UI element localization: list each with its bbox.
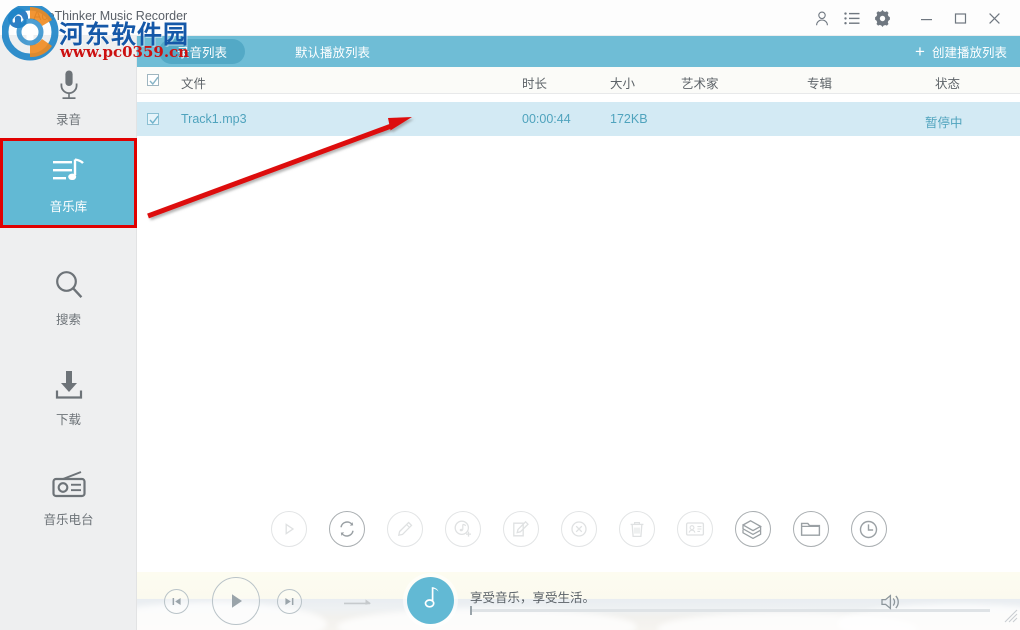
sidebar-item-music-library[interactable]: 音乐库 [0,138,137,228]
watermark: 河东软件园 www.pc0359.cn [2,2,212,62]
action-toolbar [137,496,1020,562]
watermark-site-url: www.pc0359.cn [60,43,190,61]
sidebar-item-label: 音乐电台 [43,512,94,527]
tab-bar: 录音列表 默认播放列表 + 创建播放列表 [137,36,1020,67]
cell-duration: 00:00:44 [522,112,571,126]
sidebar: 录音 音乐库 搜索 下载 音乐电台 [0,36,137,630]
select-all-checkbox[interactable] [147,74,159,86]
create-playlist-button[interactable]: + 创建播放列表 [915,39,1007,64]
now-playing-text: 享受音乐，享受生活。 [470,591,596,605]
progress-handle[interactable] [470,606,472,615]
plus-icon: + [915,42,925,61]
microphone-icon [56,65,82,105]
music-library-icon [51,152,87,192]
sidebar-item-label: 录音 [55,112,81,127]
sidebar-item-download[interactable]: 下载 [0,354,137,438]
minimize-button[interactable] [910,4,942,32]
column-header-album[interactable]: 专辑 [807,73,832,92]
edit-tag-button[interactable] [502,511,539,547]
app-window: AceThinker Music Recorder 录音 音乐库 搜索 下载 音… [0,0,1020,630]
column-header-duration[interactable]: 时长 [522,73,547,92]
cancel-button[interactable] [560,511,597,547]
column-header-status[interactable]: 状态 [935,73,960,92]
next-track-button[interactable] [277,589,302,614]
sidebar-item-search[interactable]: 搜索 [0,254,137,338]
cloud-decoration [837,604,1020,630]
menu-list-icon[interactable] [838,4,866,32]
table-row[interactable]: Track1.mp3 00:00:44 172KB 暂停中 [137,102,1020,136]
resize-grip-icon[interactable] [1004,609,1018,628]
sidebar-item-label: 搜索 [55,312,81,327]
settings-gear-icon[interactable] [868,4,896,32]
window-controls [808,0,1010,36]
create-playlist-label: 创建播放列表 [931,46,1007,60]
cell-size: 172KB [610,112,648,126]
maximize-button[interactable] [944,4,976,32]
row-checkbox[interactable] [147,113,159,125]
content-area: 录音列表 默认播放列表 + 创建播放列表 文件 时长 大小 艺术家 专辑 状态 … [137,36,1020,630]
music-note-icon [420,583,442,618]
open-folder-button[interactable] [792,511,829,547]
table-header: 文件 时长 大小 艺术家 专辑 状态 [137,67,1020,94]
add-to-playlist-button[interactable] [444,511,481,547]
column-header-artist[interactable]: 艺术家 [681,73,719,92]
account-icon[interactable] [808,4,836,32]
previous-track-button[interactable] [164,589,189,614]
sidebar-item-label: 下载 [55,412,81,427]
sidebar-item-radio[interactable]: 音乐电台 [0,454,137,538]
cell-status: 暂停中 [925,116,963,130]
play-selected-button[interactable] [270,511,307,547]
album-art[interactable] [407,577,454,624]
play-pause-button[interactable] [212,577,260,625]
column-header-file[interactable]: 文件 [181,73,206,92]
tags-button[interactable] [734,511,771,547]
search-icon [53,265,85,305]
history-button[interactable] [850,511,887,547]
close-button[interactable] [978,4,1010,32]
volume-icon[interactable] [880,592,902,617]
cell-file: Track1.mp3 [181,112,247,126]
radio-icon [50,465,88,505]
tab-default-playlist[interactable]: 默认播放列表 [277,39,388,64]
delete-button[interactable] [618,511,655,547]
convert-button[interactable] [328,511,365,547]
sequential-play-arrow-icon[interactable] [342,594,376,608]
download-icon [52,365,86,405]
player-bar: 享受音乐，享受生活。 [137,572,1020,630]
id-info-button[interactable] [676,511,713,547]
column-header-size[interactable]: 大小 [610,73,635,92]
sidebar-item-label: 音乐库 [49,199,88,214]
progress-slider[interactable] [470,606,990,615]
sidebar-item-record[interactable]: 录音 [0,54,137,138]
edit-button[interactable] [386,511,423,547]
